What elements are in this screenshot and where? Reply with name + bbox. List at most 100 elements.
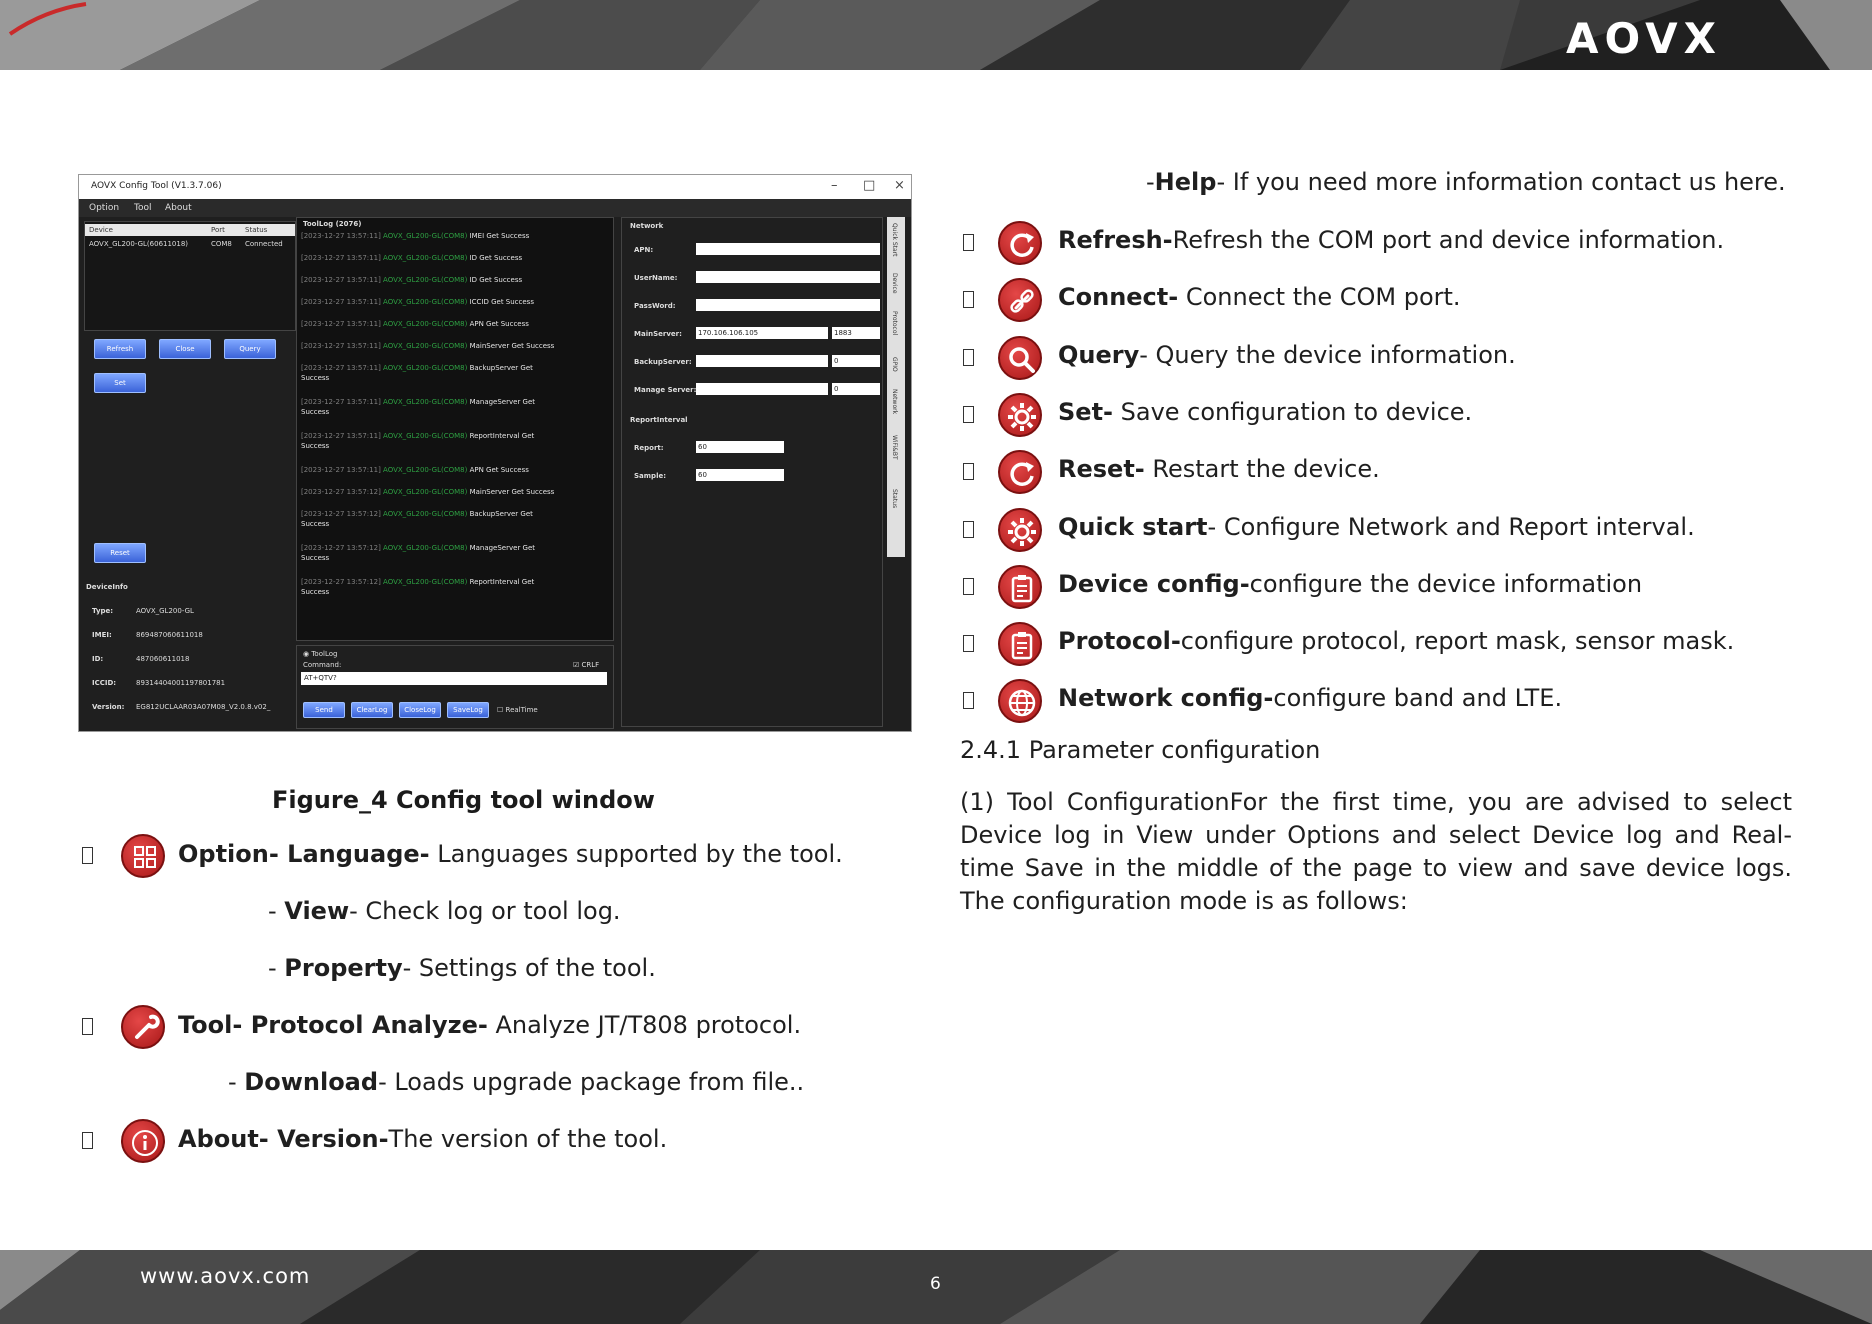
device-info-panel: DeviceInfo Type: AOVX_GL200-GL IMEI: 869… — [84, 583, 294, 723]
command-input[interactable]: AT+QTV? — [301, 672, 607, 685]
tab-quick-start[interactable]: Quick Start — [891, 223, 898, 257]
figure-caption: Figure_4 Config tool window — [272, 786, 655, 814]
closelog-button[interactable]: CloseLog — [399, 702, 441, 718]
send-button[interactable]: Send — [303, 702, 345, 718]
log-dev: AOVX_GL200-GL(COM8) — [383, 298, 468, 306]
item-desc: - If you need more information contact u… — [1216, 168, 1786, 196]
log-dev: AOVX_GL200-GL(COM8) — [383, 364, 468, 372]
menu-option[interactable]: Option — [89, 203, 119, 213]
log-line: [2023-12-27 13:57:11] AOVX_GL200-GL(COM8… — [301, 232, 601, 240]
bullet-marker — [963, 348, 974, 366]
menu-about[interactable]: About — [165, 203, 192, 213]
log-msg: BackupServer Get — [469, 364, 533, 372]
item-desc: configure the device information — [1249, 569, 1643, 598]
username-field[interactable] — [696, 271, 880, 283]
log-dev: AOVX_GL200-GL(COM8) — [383, 276, 468, 284]
mainserver-ip-field[interactable]: 170.106.106.105 — [696, 327, 828, 339]
report-field[interactable]: 60 — [696, 441, 784, 453]
log-ts: [2023-12-27 13:57:11] — [301, 254, 381, 262]
tab-gpio[interactable]: GPIO — [891, 357, 898, 372]
minimize-icon[interactable]: – — [831, 178, 838, 193]
realtime-checkbox[interactable]: ☐ RealTime — [497, 706, 538, 714]
bullet-marker — [963, 577, 974, 595]
backupserver-label: BackupServer: — [634, 358, 692, 366]
item-term: Device config- — [1058, 569, 1250, 598]
backup-port-field[interactable]: 0 — [832, 355, 880, 367]
item-prefix: - — [268, 897, 285, 925]
savelog-button[interactable]: SaveLog — [447, 702, 489, 718]
log-line: [2023-12-27 13:57:11] AOVX_GL200-GL(COM8… — [301, 298, 601, 306]
gear-icon — [998, 507, 1042, 552]
mainserver-port-field[interactable]: 1883 — [832, 327, 880, 339]
bullet-marker — [963, 520, 974, 538]
item-desc: Analyze JT/T808 protocol. — [487, 1011, 802, 1039]
cell-device: AOVX_GL200-GL(60611018) — [89, 240, 189, 248]
network-title: Network — [630, 222, 664, 230]
manageserver-field[interactable] — [696, 383, 828, 395]
log-msg: ManageServer Get — [469, 544, 536, 552]
tab-device[interactable]: Device — [891, 273, 898, 294]
maximize-icon[interactable]: □ — [863, 178, 875, 193]
table-row[interactable]: AOVX_GL200-GL(60611018) COM8 Connected — [85, 238, 295, 250]
log-continuation: Success — [301, 520, 330, 528]
info-icon — [121, 1119, 165, 1163]
website-link[interactable]: www.aovx.com — [140, 1264, 310, 1288]
log-msg: BackupServer Get — [469, 510, 533, 518]
apn-field[interactable] — [696, 243, 880, 255]
log-dev: AOVX_GL200-GL(COM8) — [383, 342, 468, 350]
item-term: View — [284, 897, 350, 925]
tool-log-panel[interactable]: ToolLog (2076) [2023-12-27 13:57:11] AOV… — [296, 217, 614, 641]
property-line: - Property- Settings of the tool. — [268, 954, 656, 983]
menu-tool[interactable]: Tool — [134, 203, 151, 213]
reset-button[interactable]: Reset — [94, 543, 146, 563]
log-line: [2023-12-27 13:57:11] AOVX_GL200-GL(COM8… — [301, 432, 601, 450]
backupserver-field[interactable] — [696, 355, 828, 367]
bullet-marker — [82, 1132, 93, 1149]
sample-field[interactable]: 60 — [696, 469, 784, 481]
username-label: UserName: — [634, 274, 678, 282]
toollog-radio[interactable]: ◉ ToolLog — [303, 650, 337, 658]
password-field[interactable] — [696, 299, 880, 311]
item-desc: Languages supported by the tool. — [429, 840, 843, 868]
manage-port-field[interactable]: 0 — [832, 383, 880, 395]
set-button[interactable]: Set — [94, 373, 146, 393]
report-label: Report: — [634, 444, 664, 452]
tab-status[interactable]: Status — [891, 489, 898, 508]
clearlog-button[interactable]: ClearLog — [351, 702, 393, 718]
tab-protocol[interactable]: Protocol — [891, 311, 898, 335]
clipboard-icon — [998, 622, 1042, 667]
item-term: Query — [1058, 340, 1140, 369]
download-line: - Download- Loads upgrade package from f… — [228, 1068, 804, 1097]
query-button[interactable]: Query — [224, 339, 276, 359]
close-icon[interactable]: × — [894, 178, 905, 193]
item-desc: configure protocol, report mask, sensor … — [1180, 627, 1735, 656]
log-dev: AOVX_GL200-GL(COM8) — [383, 544, 468, 552]
item-term: Download — [244, 1068, 379, 1096]
close-button[interactable]: Close — [159, 339, 211, 359]
manageserver-label: Manage Server: — [634, 386, 697, 394]
tab-network[interactable]: Network — [891, 389, 898, 414]
tab-wifi-bt[interactable]: WiFi&BT — [891, 435, 898, 460]
item-term: Set- — [1058, 397, 1113, 426]
item-prefix: - — [1146, 168, 1155, 196]
log-ts: [2023-12-27 13:57:11] — [301, 232, 381, 240]
log-ts: [2023-12-27 13:57:12] — [301, 544, 381, 552]
logo-swoosh-icon — [8, 2, 87, 36]
col-port: Port — [211, 226, 225, 234]
log-ts: [2023-12-27 13:57:11] — [301, 320, 381, 328]
help-line: -Help- If you need more information cont… — [1146, 168, 1786, 197]
crlf-checkbox[interactable]: ☑ CRLF — [573, 661, 599, 669]
log-msg: ID Get Success — [469, 254, 523, 262]
info-label: Type: — [92, 607, 114, 615]
item-term: Reset- — [1058, 455, 1145, 484]
item-term: Option- Language- — [178, 840, 430, 868]
log-ts: [2023-12-27 13:57:12] — [301, 488, 381, 496]
log-dev: AOVX_GL200-GL(COM8) — [383, 320, 468, 328]
reset-icon — [998, 450, 1042, 495]
refresh-button[interactable]: Refresh — [94, 339, 146, 359]
bullet-marker — [963, 405, 974, 423]
device-config-line: Device config-configure the device infor… — [1058, 570, 1642, 599]
page-header: AOVX — [0, 0, 1872, 70]
log-line: [2023-12-27 13:57:12] AOVX_GL200-GL(COM8… — [301, 488, 601, 496]
item-desc: configure band and LTE. — [1273, 684, 1563, 713]
